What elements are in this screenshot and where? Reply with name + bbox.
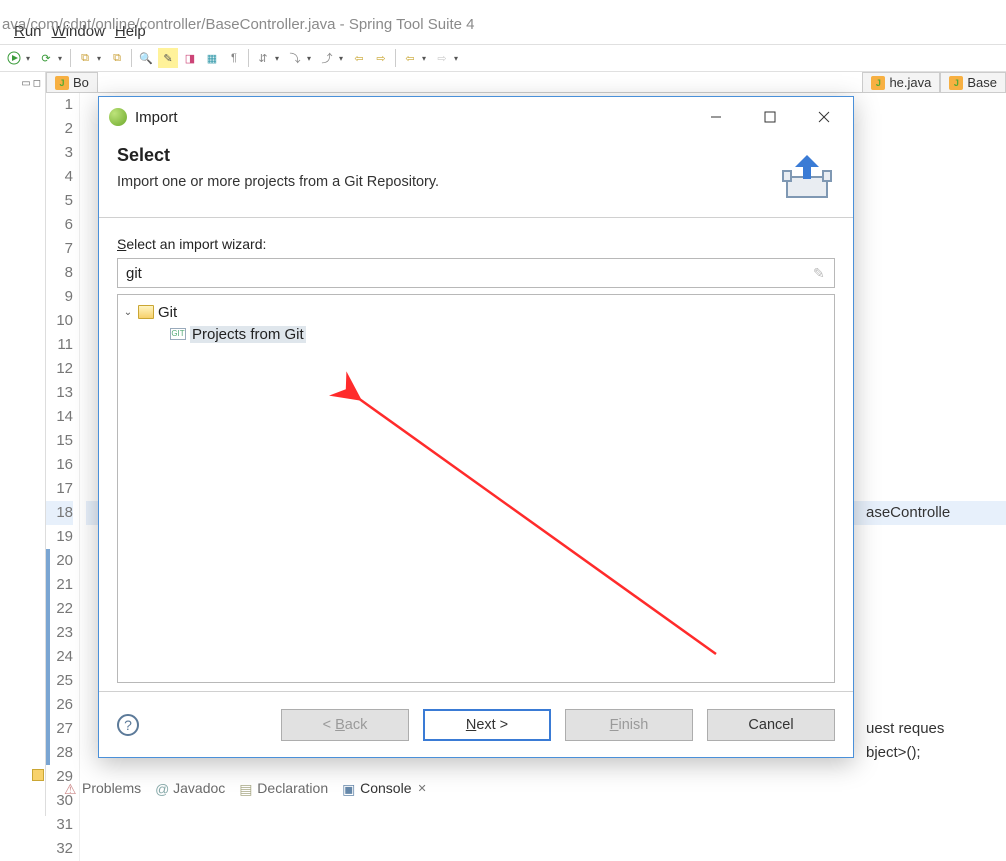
back-button[interactable]: < Back [281,709,409,741]
spring-icon [109,108,127,126]
warning-icon: ⚠ [64,781,78,795]
toolbar: ▾ ⟳ ▾ ⧉ ▾ ⧉ 🔍 ✎ ◨ ▦ ¶ ⇵ ▾ ⤵ ▾ ⤴ ▾ ⇦ ⇨ ⇦ … [0,44,1006,72]
toggle-icon[interactable]: ◨ [180,48,200,68]
clear-icon[interactable]: ✎ [813,265,829,281]
java-file-icon: J [949,76,963,90]
dialog-heading: Select [117,145,779,166]
java-file-icon: J [871,76,885,90]
tab-label: Bo [73,75,89,90]
step2-icon[interactable]: ⤴ [317,48,337,68]
dialog-footer: ? < Back Next > Finish Cancel [99,691,853,757]
search-icon[interactable]: 🔍 [136,48,156,68]
dropdown-icon[interactable]: ▾ [454,54,462,63]
wizard-filter-input[interactable] [117,258,835,288]
back-icon[interactable]: ⇦ [349,48,369,68]
dropdown-icon[interactable]: ▾ [422,54,430,63]
bottom-view-tabs: ⚠Problems @Javadoc ▤Declaration ▣Console… [60,778,431,798]
minimize-icon[interactable]: ▭ [21,78,30,89]
nav-back-icon[interactable]: ⇦ [400,48,420,68]
tree-item-label: Projects from Git [190,326,306,343]
dropdown-icon[interactable]: ▾ [97,54,105,63]
dialog-subheading: Import one or more projects from a Git R… [117,174,779,190]
dropdown-icon[interactable]: ▾ [339,54,347,63]
chevron-down-icon[interactable]: ⌄ [122,307,134,318]
expand-icon[interactable]: ⇵ [253,48,273,68]
git-project-icon: GIT [170,328,186,340]
help-icon[interactable]: ? [117,714,139,736]
forward-icon[interactable]: ⇨ [371,48,391,68]
whitespace-icon[interactable]: ¶ [224,48,244,68]
run-icon[interactable] [4,48,24,68]
tab-label: Base [967,75,997,90]
editor-tab[interactable]: Jhe.java [862,72,940,92]
step-icon[interactable]: ⤵ [285,48,305,68]
nav-fwd-icon[interactable]: ⇨ [432,48,452,68]
close-icon[interactable]: ✕ [418,782,427,795]
editor-tabbar: J Bo Jhe.java J Base [46,72,1006,93]
close-button[interactable] [801,102,847,132]
tab-declaration[interactable]: ▤Declaration [235,778,332,798]
tree-category-label: Git [158,304,177,321]
highlight-icon[interactable]: ✎ [158,48,178,68]
refresh-icon[interactable]: ⟳ [36,48,56,68]
finish-button[interactable]: Finish [565,709,693,741]
tab-problems[interactable]: ⚠Problems [60,778,145,798]
side-pane: ▭◻ [0,72,46,816]
java-file-icon: J [55,76,69,90]
decl-icon: ▤ [239,781,253,795]
at-icon: @ [155,781,169,795]
dialog-title: Import [135,109,685,126]
dialog-titlebar: Import [99,97,853,137]
console-icon: ▣ [342,781,356,795]
next-button[interactable]: Next > [423,709,551,741]
tab-javadoc[interactable]: @Javadoc [151,778,229,798]
import-dialog: Import Select Import one or more project… [98,96,854,758]
restore-icon[interactable]: ◻ [33,78,41,89]
dropdown-icon[interactable]: ▾ [26,54,34,63]
tab-label: he.java [889,75,931,90]
dropdown-icon[interactable]: ▾ [58,54,66,63]
dialog-header: Select Import one or more projects from … [99,137,853,218]
type-icon[interactable]: ⧉ [107,48,127,68]
minimize-button[interactable] [693,102,739,132]
tree-item[interactable]: GIT Projects from Git [122,323,830,345]
tab-console[interactable]: ▣Console✕ [338,778,431,798]
folder-icon [138,305,154,319]
dropdown-icon[interactable]: ▾ [275,54,283,63]
import-banner-icon [779,149,835,201]
maximize-button[interactable] [747,102,793,132]
editor-tab[interactable]: J Base [940,72,1006,92]
tree-category[interactable]: ⌄ Git [122,301,830,323]
dropdown-icon[interactable]: ▾ [307,54,315,63]
line-gutter: 1234567891011121314151617181920212223242… [46,93,80,861]
block-select-icon[interactable]: ▦ [202,48,222,68]
editor-tab[interactable]: J Bo [46,72,98,92]
window-title-fragment: ava/com/cdnt/online/controller/BaseContr… [0,16,1006,34]
package-icon[interactable]: ⧉ [75,48,95,68]
wizard-tree[interactable]: ⌄ Git GIT Projects from Git [117,294,835,683]
wizard-select-label: Select an import wizard: [117,236,835,252]
cancel-button[interactable]: Cancel [707,709,835,741]
